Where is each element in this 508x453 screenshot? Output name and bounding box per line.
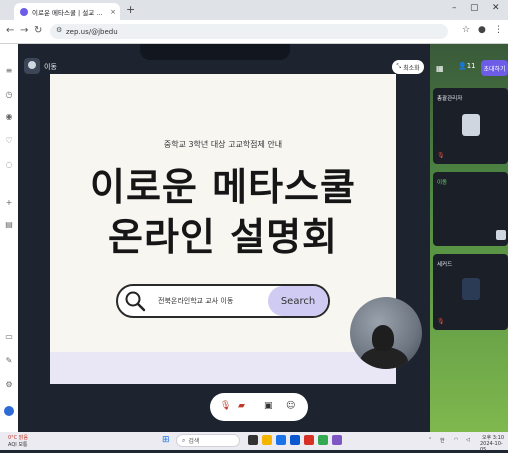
volume-icon[interactable]: ◁	[466, 437, 470, 443]
clock-date[interactable]: 2024-10-05	[480, 441, 508, 453]
participant-2-avatar-icon	[496, 230, 506, 240]
slide-title-line1: 이로운 메타스쿨	[90, 165, 356, 209]
slide-title-line2: 온라인 설명회	[108, 215, 338, 259]
presenter-head	[372, 325, 394, 351]
menu-icon[interactable]: ≡	[4, 66, 14, 76]
tray-chevron-icon[interactable]: ⌃	[428, 437, 432, 443]
window-restore-icon[interactable]: ▢	[470, 3, 479, 13]
edge-icon[interactable]	[276, 435, 286, 445]
clock-time[interactable]: 오후 3:10	[482, 434, 504, 441]
presenter-camera-video[interactable]	[350, 297, 422, 369]
chrome-icon[interactable]	[318, 435, 328, 445]
ime-indicator-icon[interactable]: 한	[440, 437, 445, 444]
slide-search-text: 전북온라인학교 교사 이동	[158, 297, 234, 305]
slide-footer-band	[50, 352, 396, 384]
pixel-avatar-1-icon	[462, 114, 480, 136]
apps-icon[interactable]: ▤	[4, 220, 14, 230]
settings-icon[interactable]: ⚙	[4, 380, 14, 390]
invite-button[interactable]: 초대하기	[481, 60, 508, 76]
back-icon[interactable]: ←	[6, 25, 14, 36]
my-avatar-button[interactable]	[24, 58, 40, 74]
mic-muted-icon-3: 🎙	[437, 318, 445, 325]
layout-grid-icon[interactable]: ▦	[436, 64, 450, 76]
url-input[interactable]: zep.us/@jbedu	[50, 24, 448, 39]
participant-name-3: 세커드	[437, 262, 453, 268]
shrink-icon: ⤡	[396, 63, 402, 70]
user-avatar-icon[interactable]	[4, 406, 14, 416]
new-tab-button[interactable]: +	[126, 3, 135, 16]
taskbar-search[interactable]: ⌕ 검색	[176, 434, 240, 447]
screen-share-icon[interactable]: ▣	[264, 401, 273, 411]
mic-muted-icon-1: 🎙	[437, 152, 445, 159]
mic-muted-icon[interactable]: 🎙	[220, 401, 231, 411]
location-icon[interactable]: ◉	[4, 112, 14, 122]
site-info-icon[interactable]: ⚙	[56, 26, 62, 34]
task-view-icon[interactable]	[248, 435, 258, 445]
camera-off-icon[interactable]: ▰	[238, 401, 245, 411]
zep-favicon-icon	[20, 7, 28, 16]
chat-icon[interactable]: ◌	[4, 160, 14, 170]
top-center-tab[interactable]	[140, 44, 290, 60]
slide-search-button: Search	[268, 286, 328, 316]
tools-icon[interactable]: ✎	[4, 356, 14, 366]
window-minimize-icon[interactable]: –	[452, 3, 457, 13]
url-text: zep.us/@jbedu	[66, 27, 118, 36]
reload-icon[interactable]: ↻	[34, 25, 42, 36]
left-sidebar	[0, 44, 18, 432]
history-icon[interactable]: ◷	[4, 90, 14, 100]
slide-subtitle: 중학교 3학년 대상 고교학점제 안내	[163, 140, 283, 149]
taskbar-search-label: 검색	[188, 438, 200, 445]
participant-name-1: 총괄관리자	[437, 96, 463, 102]
participants-button[interactable]: 👤11	[458, 62, 476, 70]
wifi-icon[interactable]: ◠	[454, 437, 458, 443]
window-close-icon[interactable]: ✕	[492, 3, 500, 13]
file-explorer-icon[interactable]	[262, 435, 272, 445]
search-icon	[125, 291, 146, 312]
browser-tab-title: 이로운 메타스쿨 | 설교 재미있는	[32, 8, 104, 17]
heart-icon[interactable]: ♡	[4, 136, 14, 146]
minimize-button[interactable]: ⤡ 최소화	[392, 60, 424, 74]
add-icon[interactable]: +	[4, 198, 14, 208]
profile-icon[interactable]: ●	[478, 25, 486, 35]
word-icon[interactable]	[290, 435, 300, 445]
people-icon: 👤	[458, 62, 467, 70]
close-tab-icon[interactable]: ×	[110, 8, 116, 16]
weather-line1: 0°C 맑음	[8, 435, 28, 441]
minimize-label: 최소화	[403, 64, 420, 72]
windows-start-icon[interactable]: ⊞	[162, 435, 172, 445]
browser-menu-icon[interactable]: ⋮	[494, 25, 503, 35]
taskbar-search-icon: ⌕	[182, 436, 186, 444]
app-icon[interactable]	[332, 435, 342, 445]
room-name-label: 이동	[44, 63, 57, 71]
message-icon[interactable]: ▭	[4, 332, 14, 342]
weather-line2: AQI 보통	[8, 442, 28, 448]
pixel-avatar-3-icon	[462, 278, 480, 300]
forward-icon[interactable]: →	[20, 25, 28, 36]
browser-tab[interactable]: 이로운 메타스쿨 | 설교 재미있는 ×	[14, 3, 120, 20]
powerpoint-icon[interactable]	[304, 435, 314, 445]
participant-name-2: 이동	[437, 180, 448, 186]
bookmark-star-icon[interactable]: ☆	[462, 25, 470, 35]
participant-count: 11	[466, 62, 476, 70]
emoji-icon[interactable]: ☺	[286, 401, 295, 411]
